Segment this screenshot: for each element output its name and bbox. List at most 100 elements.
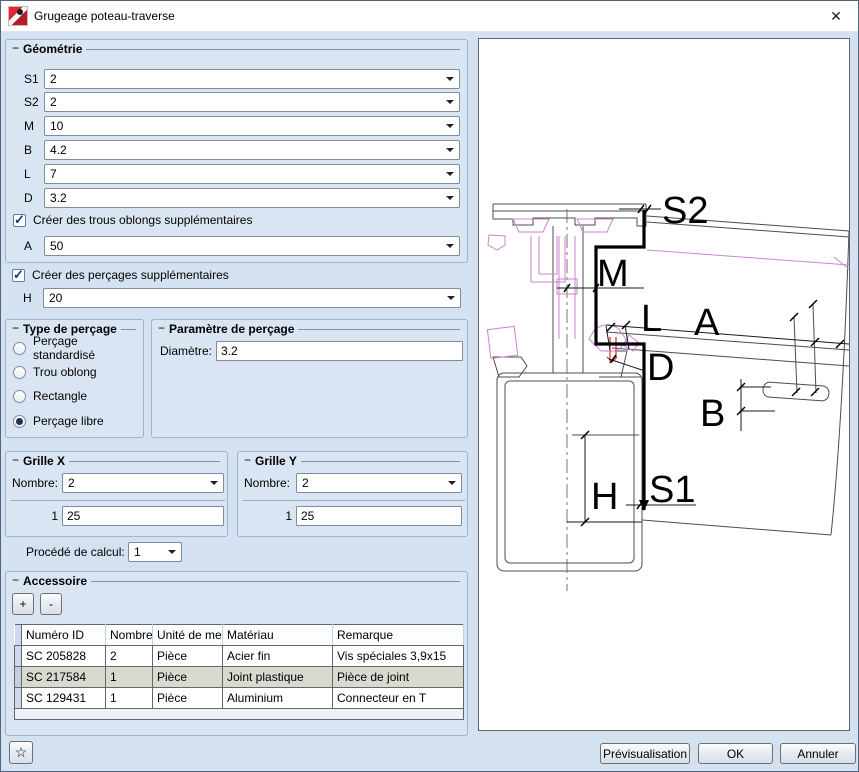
s2-value: 2 xyxy=(50,95,57,109)
l-select[interactable]: 7 xyxy=(44,164,460,184)
star-icon: ☆ xyxy=(15,744,28,761)
cell-remark[interactable]: Connecteur en T xyxy=(333,688,464,709)
m-value: 10 xyxy=(50,119,63,133)
table-row[interactable]: SC 205828 2 Pièce Acier fin Vis spéciale… xyxy=(15,646,464,667)
cancel-button[interactable]: Annuler xyxy=(780,743,856,764)
row-selector[interactable] xyxy=(15,646,22,667)
accessory-title: Accessoire xyxy=(23,574,87,588)
col-unite[interactable]: Unité de mesure xyxy=(153,625,223,646)
col-materiau[interactable]: Matériau xyxy=(223,625,333,646)
radio-standard-drill[interactable]: Perçage standardisé xyxy=(13,341,143,355)
remove-accessory-button[interactable]: - xyxy=(40,593,62,615)
preview-drawing: S2 M L A D B S1 H xyxy=(478,38,850,731)
l-value: 7 xyxy=(50,167,57,181)
drill-param-title: Paramètre de perçage xyxy=(169,322,294,336)
add-accessory-button[interactable]: + xyxy=(12,593,34,615)
dim-label-s2: S2 xyxy=(662,190,708,232)
dim-label-b: B xyxy=(700,393,725,435)
chevron-down-icon xyxy=(446,100,454,104)
b-value: 4.2 xyxy=(50,143,67,157)
h-label: H xyxy=(23,291,32,305)
cell-unit[interactable]: Pièce xyxy=(153,667,223,688)
radio-free-drill[interactable]: Perçage libre xyxy=(13,414,104,428)
diameter-input[interactable]: 3.2 xyxy=(216,341,463,361)
radio-label: Trou oblong xyxy=(33,365,97,379)
radio-rectangle[interactable]: Rectangle xyxy=(13,389,87,403)
radio-icon[interactable] xyxy=(13,342,26,355)
table-row[interactable]: SC 129431 1 Pièce Aluminium Connecteur e… xyxy=(15,688,464,709)
d-value: 3.2 xyxy=(50,191,67,205)
checkbox-icon[interactable] xyxy=(12,269,25,282)
row-selector[interactable] xyxy=(15,688,22,709)
grid-y-row-input[interactable]: 25 xyxy=(296,506,462,526)
chevron-down-icon xyxy=(210,481,218,485)
dim-label-h: H xyxy=(591,476,618,518)
cell-remark[interactable]: Pièce de joint xyxy=(333,667,464,688)
cell-id[interactable]: SC 205828 xyxy=(22,646,106,667)
cell-count[interactable]: 1 xyxy=(106,688,153,709)
grid-y-row-value: 25 xyxy=(301,509,314,523)
cell-id[interactable]: SC 217584 xyxy=(22,667,106,688)
dim-label-s1: S1 xyxy=(649,469,695,511)
grid-y-count-label: Nombre: xyxy=(244,476,290,490)
s2-select[interactable]: 2 xyxy=(44,92,460,112)
cell-unit[interactable]: Pièce xyxy=(153,646,223,667)
drillings-checkbox[interactable]: Créer des perçages supplémentaires xyxy=(12,267,229,283)
grid-x-count-select[interactable]: 2 xyxy=(62,473,224,493)
h-value: 20 xyxy=(49,291,62,305)
app-icon xyxy=(8,6,28,26)
ok-button[interactable]: OK xyxy=(698,743,773,764)
m-select[interactable]: 10 xyxy=(44,116,460,136)
grid-y-count-value: 2 xyxy=(302,476,309,490)
grid-y-count-select[interactable]: 2 xyxy=(296,473,462,493)
grid-x-row-input[interactable]: 25 xyxy=(62,506,224,526)
grid-x-title: Grille X xyxy=(23,454,65,468)
notch-dialog: Grugeage poteau-traverse ✕ −Géométrie S1… xyxy=(0,0,859,772)
radio-icon[interactable] xyxy=(13,415,26,428)
radio-slot-hole[interactable]: Trou oblong xyxy=(13,365,97,379)
dim-label-l: L xyxy=(641,298,662,340)
notch-schematic: S2 M L A D B S1 H xyxy=(479,39,849,730)
cell-unit[interactable]: Pièce xyxy=(153,688,223,709)
cell-material[interactable]: Joint plastique xyxy=(223,667,333,688)
grid-y-group: −Grille Y Nombre: 2 1 25 xyxy=(237,451,468,537)
radio-icon[interactable] xyxy=(13,390,26,403)
cell-id[interactable]: SC 129431 xyxy=(22,688,106,709)
checkbox-icon[interactable] xyxy=(13,214,26,227)
col-numero-id[interactable]: Numéro ID xyxy=(22,625,106,646)
cell-count[interactable]: 2 xyxy=(106,646,153,667)
favorite-button[interactable]: ☆ xyxy=(9,741,33,764)
m-label: M xyxy=(24,119,34,133)
cell-material[interactable]: Acier fin xyxy=(223,646,333,667)
radio-icon[interactable] xyxy=(13,366,26,379)
cell-count[interactable]: 1 xyxy=(106,667,153,688)
geometry-group: −Géométrie S1 2 S2 2 M 10 B 4.2 L 7 D 3.… xyxy=(5,39,468,263)
cell-remark[interactable]: Vis spéciales 3,9x15 xyxy=(333,646,464,667)
oblong-checkbox[interactable]: Créer des trous oblongs supplémentaires xyxy=(13,212,252,228)
h-select[interactable]: 20 xyxy=(43,288,461,308)
row-selector[interactable] xyxy=(15,667,22,688)
chevron-down-icon xyxy=(446,77,454,81)
chevron-down-icon xyxy=(446,196,454,200)
d-select[interactable]: 3.2 xyxy=(44,188,460,208)
oblong-checkbox-label: Créer des trous oblongs supplémentaires xyxy=(33,213,252,227)
a-select[interactable]: 50 xyxy=(44,236,460,256)
grid-y-title: Grille Y xyxy=(255,454,297,468)
b-label: B xyxy=(24,143,32,157)
col-remarque[interactable]: Remarque xyxy=(333,625,464,646)
close-icon[interactable]: ✕ xyxy=(827,7,845,25)
accessory-table: Numéro ID Nombre Unité de mesure Matéria… xyxy=(14,624,464,709)
s1-select[interactable]: 2 xyxy=(44,69,460,89)
chevron-down-icon xyxy=(447,296,455,300)
table-row[interactable]: SC 217584 1 Pièce Joint plastique Pièce … xyxy=(15,667,464,688)
geometry-group-title: Géométrie xyxy=(23,42,82,56)
chevron-down-icon xyxy=(448,481,456,485)
radio-label: Rectangle xyxy=(33,389,87,403)
b-select[interactable]: 4.2 xyxy=(44,140,460,160)
diameter-value: 3.2 xyxy=(221,344,238,358)
calc-method-select[interactable]: 1 xyxy=(128,542,182,562)
a-label: A xyxy=(24,239,32,253)
preview-button[interactable]: Prévisualisation xyxy=(600,743,690,764)
col-nombre[interactable]: Nombre xyxy=(106,625,153,646)
cell-material[interactable]: Aluminium xyxy=(223,688,333,709)
